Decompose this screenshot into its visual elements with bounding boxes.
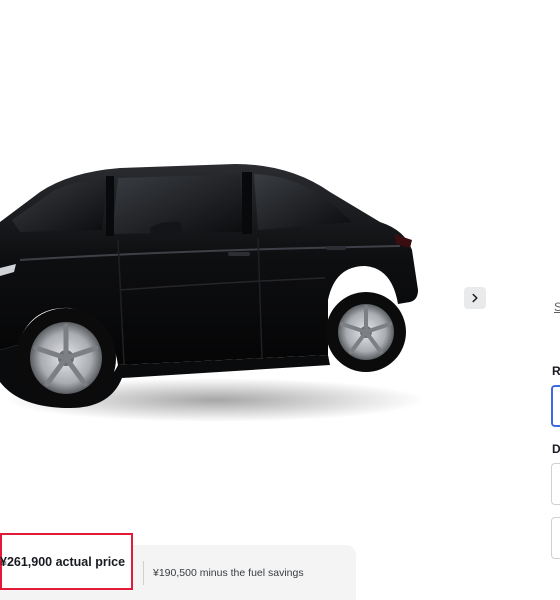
side-panel-link[interactable]: S [554,300,560,314]
car-pillar-b [106,176,114,236]
actual-price-highlight[interactable]: ¥261,900 actual price [0,533,133,590]
car-pillar-c [242,172,252,234]
side-panel-option-1[interactable] [551,463,560,505]
car-wheel-front [16,308,116,408]
car-wheel-rear [326,292,406,372]
car-image [0,150,430,430]
side-panel-option-2[interactable] [551,517,560,559]
price-divider [143,561,144,585]
car-door-handle-front [228,252,250,256]
chevron-right-icon [472,293,478,303]
gallery-next-button[interactable] [464,287,486,309]
actual-price-text: ¥261,900 actual price [0,554,126,569]
side-panel-label-r: R [552,364,560,378]
car-door-handle-rear [326,246,346,250]
side-panel-label-d: D [552,442,560,456]
configurator-page: S R D ¥261,900 actual price ¥190,500 min… [0,0,560,600]
side-panel-option-selected[interactable] [551,385,560,427]
fuel-savings-price-text[interactable]: ¥190,500 minus the fuel savings [153,567,304,579]
